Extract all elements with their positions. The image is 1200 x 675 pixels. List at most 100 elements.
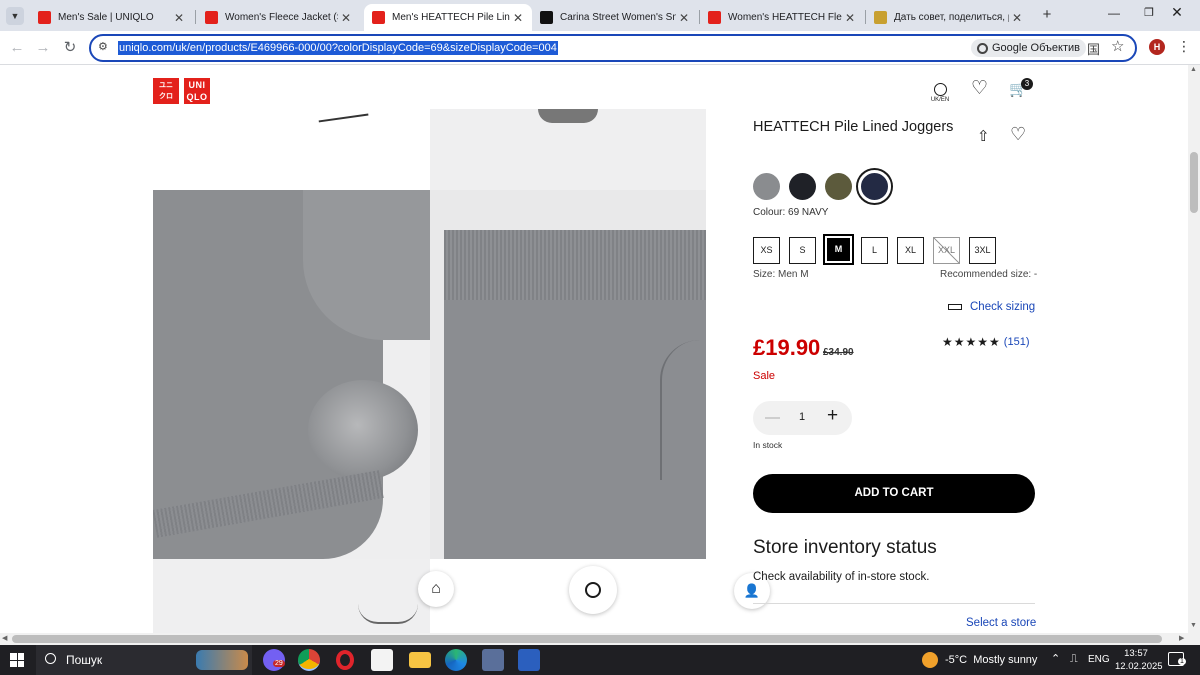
chrome-icon[interactable]	[298, 649, 320, 671]
windows-taskbar: Пошук 29 -5°C Mostly sunny ⌃ ⎍ ENG 13:57…	[0, 645, 1200, 675]
product-image-top-left[interactable]	[153, 109, 430, 190]
notification-center-button[interactable]: 1	[1168, 652, 1186, 666]
vertical-scrollbar[interactable]: ▲ ▼	[1188, 65, 1200, 633]
back-button[interactable]: ←	[6, 37, 28, 59]
reload-button[interactable]: ↻	[59, 37, 81, 59]
home-button[interactable]: ⌂	[418, 571, 454, 607]
url-text[interactable]: uniqlo.com/uk/en/products/E469966-000/00…	[118, 41, 558, 55]
color-swatch-gray[interactable]	[753, 173, 780, 200]
region-selector[interactable]: UK/EN	[928, 83, 952, 103]
scroll-down-arrow[interactable]: ▼	[1190, 622, 1197, 629]
horizontal-scrollbar-thumb[interactable]	[12, 635, 1162, 643]
product-image-waistband-detail[interactable]	[430, 190, 706, 559]
bookmark-star-icon[interactable]: ☆	[1111, 37, 1124, 55]
size-s[interactable]: S	[789, 237, 816, 264]
opera-icon[interactable]	[336, 650, 354, 670]
tab-mens-sale[interactable]: Men's Sale | UNIQLO ✕	[30, 4, 193, 31]
ribbed-waistband	[444, 230, 706, 300]
new-tab-button[interactable]: +	[1038, 6, 1056, 24]
close-icon[interactable]: ✕	[842, 11, 858, 25]
search-icon	[585, 581, 601, 598]
uniqlo-logo[interactable]: ユニ クロ UNI QLO	[153, 78, 210, 104]
address-bar[interactable]: ⚙ uniqlo.com/uk/en/products/E469966-000/…	[89, 34, 1137, 62]
color-swatch-black[interactable]	[789, 173, 816, 200]
color-swatch-olive[interactable]	[825, 173, 852, 200]
scroll-left-arrow[interactable]: ◀	[2, 634, 7, 642]
start-button[interactable]	[10, 653, 24, 667]
select-store-link[interactable]: Select a store	[966, 617, 1036, 629]
sale-label: Sale	[753, 370, 776, 382]
quantity-value[interactable]: 1	[799, 411, 805, 423]
google-lens-button[interactable]: Google Объектив	[971, 39, 1086, 57]
size-l[interactable]: L	[861, 237, 888, 264]
size-xl[interactable]: XL	[897, 237, 924, 264]
store-icon[interactable]	[371, 649, 393, 671]
network-icon[interactable]: ⎍	[1070, 653, 1078, 666]
search-button[interactable]	[569, 566, 617, 614]
restore-button[interactable]: ❐	[1139, 6, 1159, 24]
quantity-stepper[interactable]: — 1 +	[753, 401, 852, 435]
recommended-size-label: Recommended size: -	[940, 269, 1038, 280]
size-xxl-unavailable[interactable]: XXL	[933, 237, 960, 264]
wishlist-header-icon[interactable]: ♡	[971, 78, 988, 100]
tab-search-button[interactable]: ▼	[6, 7, 24, 25]
tab-carina-sneakers[interactable]: Carina Street Women's Snea ✕	[532, 4, 698, 31]
increment-button[interactable]: +	[827, 405, 838, 427]
uniqlo-favicon-icon	[38, 11, 51, 24]
rating-count[interactable]: (151)	[1004, 336, 1030, 348]
weather-label[interactable]: -5°C Mostly sunny	[945, 654, 1037, 666]
taskbar-search[interactable]: Пошук	[36, 645, 252, 675]
vertical-scrollbar-thumb[interactable]	[1190, 152, 1198, 213]
language-indicator[interactable]: ENG	[1088, 654, 1110, 665]
product-image-cuff-detail[interactable]	[153, 190, 430, 559]
share-icon[interactable]: ⇧	[977, 127, 990, 145]
tab-heattech-joggers[interactable]: Men's HEATTECH Pile Lined J ✕	[364, 4, 532, 31]
tab-bar: ▼ Men's Sale | UNIQLO ✕ Women's Fleece J…	[0, 0, 1200, 31]
close-icon[interactable]: ✕	[510, 11, 526, 25]
tab-advice[interactable]: Дать совет, поделиться, рас ✕	[866, 4, 1031, 31]
close-icon[interactable]: ✕	[676, 11, 692, 25]
product-image-bottom-left[interactable]	[153, 559, 430, 633]
pocket-seam	[660, 340, 700, 480]
rating[interactable]: ★★★★★ (151)	[942, 335, 1029, 349]
file-explorer-icon[interactable]	[409, 652, 431, 668]
tray-chevron-icon[interactable]: ⌃	[1051, 652, 1060, 665]
check-sizing-link[interactable]: Check sizing	[948, 301, 1035, 313]
product-image-top-right[interactable]	[430, 109, 706, 190]
tab-womens-fleece-jacket[interactable]: Women's Fleece Jacket (Stan ✕	[197, 4, 360, 31]
scroll-right-arrow[interactable]: ▶	[1179, 634, 1184, 642]
tab-label: Men's Sale | UNIQLO	[58, 12, 154, 23]
minimize-button[interactable]: —	[1104, 6, 1124, 24]
viber-icon[interactable]: 29	[263, 649, 285, 671]
color-swatch-navy-selected[interactable]	[858, 170, 891, 203]
rating-stars: ★★★★★	[942, 335, 1001, 349]
word-icon[interactable]	[518, 649, 540, 671]
horizontal-scrollbar[interactable]: ◀ ▶	[0, 633, 1200, 645]
close-icon[interactable]: ✕	[338, 11, 354, 25]
clock[interactable]: 13:57 12.02.2025	[1115, 647, 1163, 673]
scroll-up-arrow[interactable]: ▲	[1190, 66, 1197, 73]
decrement-button[interactable]: —	[765, 409, 780, 426]
close-icon[interactable]: ✕	[1009, 11, 1025, 25]
profile-avatar[interactable]: H	[1149, 39, 1165, 55]
close-icon[interactable]: ✕	[171, 11, 187, 25]
calculator-icon[interactable]	[482, 649, 504, 671]
uniqlo-favicon-icon	[372, 11, 385, 24]
tab-womens-heattech-fleece[interactable]: Women's HEATTECH Fleece ✕	[700, 4, 864, 31]
browser-menu-icon[interactable]: ⋮	[1177, 39, 1191, 53]
add-to-cart-button[interactable]: ADD TO CART	[753, 474, 1035, 513]
close-window-button[interactable]: ✕	[1167, 4, 1187, 22]
size-3xl[interactable]: 3XL	[969, 237, 996, 264]
size-m-selected[interactable]: M	[823, 234, 854, 265]
weather-icon	[922, 652, 938, 668]
size-xs[interactable]: XS	[753, 237, 780, 264]
wishlist-icon[interactable]: ♡	[1010, 125, 1026, 143]
forward-button[interactable]: →	[32, 37, 54, 59]
translate-icon[interactable]: 国	[1087, 39, 1100, 58]
cart-button[interactable]: 🛒 3	[1009, 78, 1033, 102]
clock-date: 12.02.2025	[1115, 661, 1163, 672]
drawstring-graphic	[317, 109, 369, 123]
edge-icon[interactable]	[445, 649, 467, 671]
site-info-icon[interactable]: ⚙	[98, 40, 108, 53]
arrow-left-icon: ←	[9, 39, 25, 56]
